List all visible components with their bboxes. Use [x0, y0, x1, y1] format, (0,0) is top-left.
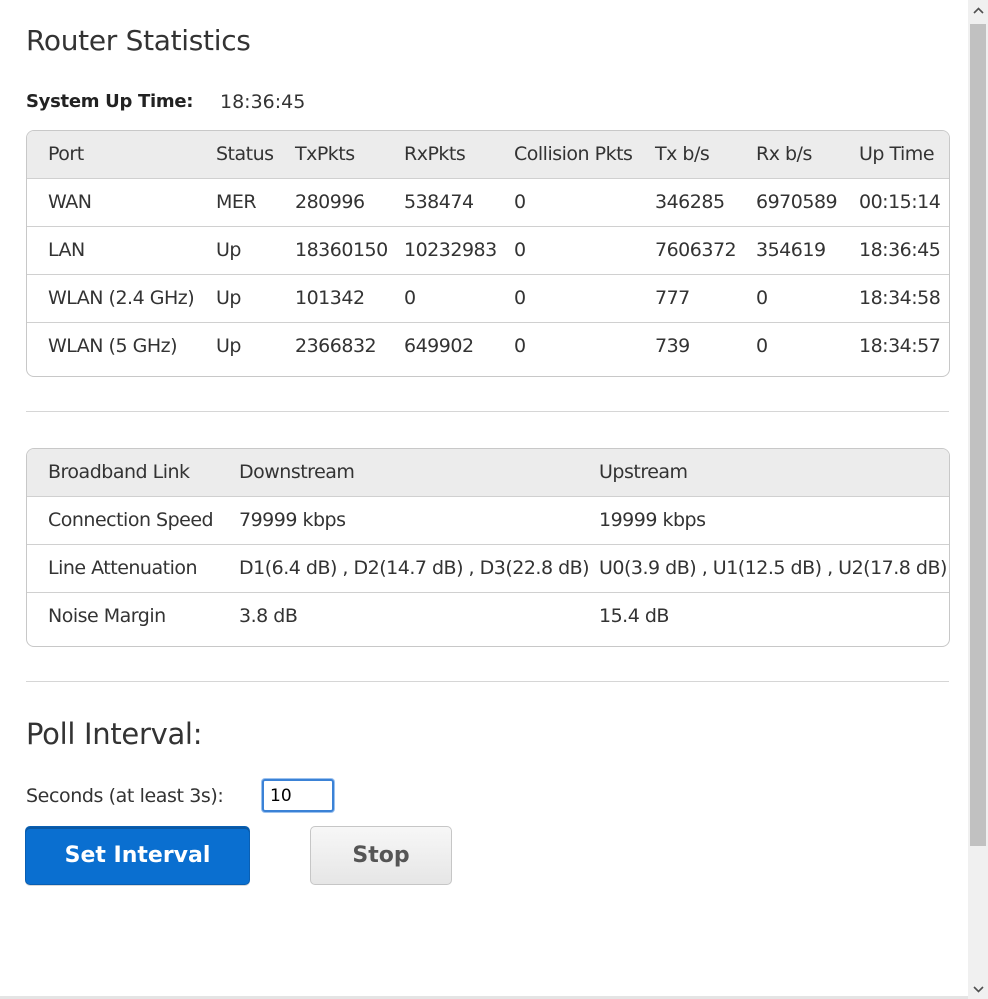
system-up-time-value: 18:36:45 [220, 91, 306, 113]
cell-downstream: 3.8 dB [239, 605, 298, 628]
cell-rx-bps: 0 [756, 287, 768, 309]
set-interval-button[interactable]: Set Interval [25, 826, 250, 885]
column-header-rxpkts: RxPkts [404, 143, 466, 166]
cell-txpkts: 2366832 [295, 335, 377, 358]
cell-rxpkts: 0 [404, 287, 416, 309]
cell-rx-bps: 0 [756, 335, 768, 358]
cell-rxpkts: 649902 [404, 335, 474, 358]
table-row: WLAN (2.4 GHz) Up 101342 0 0 777 0 18:34… [27, 274, 949, 322]
cell-status: Up [216, 287, 241, 309]
column-header-status: Status [216, 143, 274, 166]
section-divider [26, 411, 949, 412]
column-header-collision-pkts: Collision Pkts [514, 143, 633, 166]
cell-rxpkts: 10232983 [404, 239, 497, 261]
cell-downstream: D1(6.4 dB) , D2(14.7 dB) , D3(22.8 dB) [239, 557, 590, 579]
cell-txpkts: 280996 [295, 191, 365, 213]
cell-up-time: 18:36:45 [859, 239, 941, 261]
cell-status: MER [216, 191, 257, 213]
column-header-downstream: Downstream [239, 461, 355, 484]
cell-tx-bps: 346285 [655, 191, 725, 213]
cell-txpkts: 101342 [295, 287, 365, 309]
table-row: Noise Margin 3.8 dB 15.4 dB [27, 592, 949, 640]
section-divider [26, 681, 949, 682]
column-header-txpkts: TxPkts [295, 143, 355, 166]
column-header-rx-bps: Rx b/s [756, 143, 812, 166]
broadband-link-panel: Broadband Link Downstream Upstream Conne… [26, 448, 950, 647]
vertical-scrollbar[interactable] [968, 0, 988, 999]
cell-metric: Line Attenuation [48, 557, 198, 579]
cell-collision-pkts: 0 [514, 239, 526, 261]
cell-up-time: 00:15:14 [859, 191, 941, 213]
cell-metric: Connection Speed [48, 509, 214, 531]
cell-rxpkts: 538474 [404, 191, 474, 213]
cell-tx-bps: 777 [655, 287, 690, 309]
cell-up-time: 18:34:58 [859, 287, 941, 309]
router-statistics-page: Router Statistics System Up Time: 18:36:… [0, 0, 968, 999]
port-statistics-panel: Port Status TxPkts RxPkts Collision Pkts… [26, 130, 950, 377]
cell-status: Up [216, 239, 241, 261]
cell-collision-pkts: 0 [514, 191, 526, 213]
poll-interval-title: Poll Interval: [26, 717, 203, 751]
table-header-row: Broadband Link Downstream Upstream [27, 449, 949, 496]
cell-upstream: 19999 kbps [599, 509, 706, 531]
seconds-input[interactable] [262, 779, 334, 812]
column-header-port: Port [48, 143, 84, 166]
cell-collision-pkts: 0 [514, 335, 526, 358]
table-row: Connection Speed 79999 kbps 19999 kbps [27, 496, 949, 544]
column-header-up-time: Up Time [859, 143, 935, 166]
system-up-time-label: System Up Time: [26, 91, 194, 112]
cell-port: LAN [48, 239, 85, 261]
cell-tx-bps: 739 [655, 335, 690, 358]
table-row: LAN Up 18360150 10232983 0 7606372 35461… [27, 226, 949, 274]
table-header-row: Port Status TxPkts RxPkts Collision Pkts… [27, 131, 949, 178]
cell-rx-bps: 354619 [756, 239, 826, 261]
column-header-upstream: Upstream [599, 461, 688, 484]
table-row: WLAN (5 GHz) Up 2366832 649902 0 739 0 1… [27, 322, 949, 370]
cell-metric: Noise Margin [48, 605, 166, 628]
cell-status: Up [216, 335, 241, 358]
column-header-broadband-link: Broadband Link [48, 461, 190, 484]
cell-txpkts: 18360150 [295, 239, 388, 261]
seconds-label: Seconds (at least 3s): [26, 785, 224, 807]
cell-up-time: 18:34:57 [859, 335, 941, 358]
cell-port: WAN [48, 191, 92, 213]
table-row: Line Attenuation D1(6.4 dB) , D2(14.7 dB… [27, 544, 949, 592]
cell-rx-bps: 6970589 [756, 191, 838, 213]
cell-downstream: 79999 kbps [239, 509, 346, 531]
cell-upstream: U0(3.9 dB) , U1(12.5 dB) , U2(17.8 dB) [599, 557, 947, 579]
cell-tx-bps: 7606372 [655, 239, 737, 261]
page-title: Router Statistics [26, 24, 251, 57]
cell-upstream: 15.4 dB [599, 605, 669, 628]
broadband-link-table: Broadband Link Downstream Upstream Conne… [27, 449, 949, 640]
column-header-tx-bps: Tx b/s [655, 143, 710, 166]
chevron-down-icon[interactable] [968, 979, 988, 999]
cell-port: WLAN (5 GHz) [48, 335, 178, 358]
cell-collision-pkts: 0 [514, 287, 526, 309]
port-statistics-table: Port Status TxPkts RxPkts Collision Pkts… [27, 131, 949, 370]
stop-button[interactable]: Stop [310, 826, 452, 885]
scrollbar-thumb[interactable] [970, 24, 986, 846]
chevron-up-icon[interactable] [968, 0, 988, 20]
cell-port: WLAN (2.4 GHz) [48, 287, 195, 309]
table-row: WAN MER 280996 538474 0 346285 6970589 0… [27, 178, 949, 226]
